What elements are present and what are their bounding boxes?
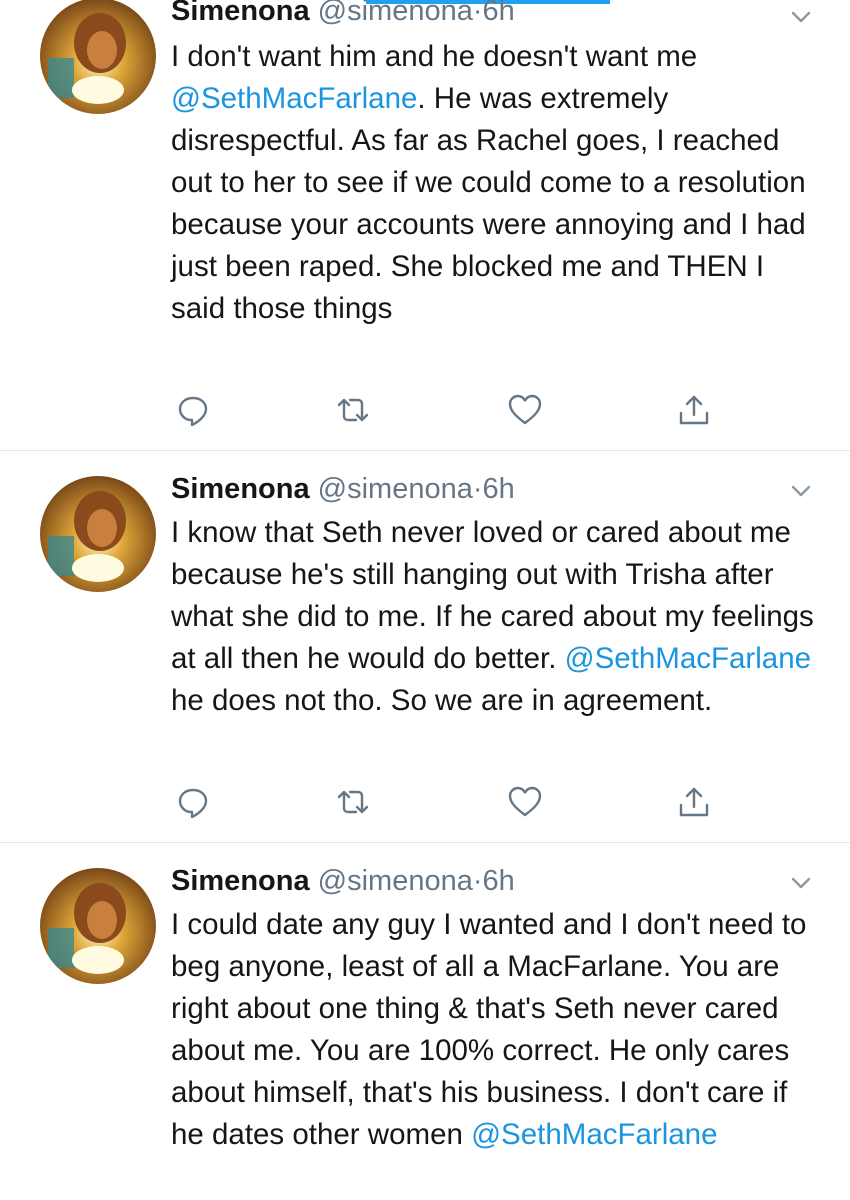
avatar[interactable] (40, 476, 156, 592)
retweet-icon[interactable] (335, 392, 371, 428)
avatar[interactable] (40, 0, 156, 114)
heart-icon[interactable] (507, 784, 543, 820)
tweet-header: Simenona @simenona·6h (171, 0, 515, 28)
handle[interactable]: @simenona (318, 865, 473, 897)
tweet-text-segment: I could date any guy I wanted and I don'… (171, 908, 807, 1151)
tweet-divider (0, 842, 850, 843)
tweet-text-segment: he does not tho. So we are in agreement. (171, 684, 713, 717)
reply-icon[interactable] (175, 784, 211, 820)
tweet-text: I don't want him and he doesn't want me … (171, 36, 821, 330)
tweet-actions (0, 392, 850, 432)
mention-link[interactable]: @SethMacFarlane (171, 82, 417, 115)
tweet-header: Simenona @simenona·6h (171, 864, 515, 898)
tweet-text: I know that Seth never loved or cared ab… (171, 512, 821, 722)
handle[interactable]: @simenona (318, 0, 473, 27)
display-name[interactable]: Simenona (171, 865, 310, 897)
mention-link[interactable]: @SethMacFarlane (565, 642, 811, 675)
timestamp[interactable]: 6h (483, 0, 515, 27)
timestamp[interactable]: 6h (483, 473, 515, 505)
tweet-actions (0, 784, 850, 824)
reply-icon[interactable] (175, 392, 211, 428)
handle[interactable]: @simenona (318, 473, 473, 505)
chevron-down-icon[interactable] (786, 2, 816, 32)
tweet-header: Simenona @simenona·6h (171, 472, 515, 506)
tweet-text: I could date any guy I wanted and I don'… (171, 904, 821, 1156)
display-name[interactable]: Simenona (171, 0, 310, 27)
share-icon[interactable] (676, 784, 712, 820)
chevron-down-icon[interactable] (786, 868, 816, 898)
heart-icon[interactable] (507, 392, 543, 428)
timestamp[interactable]: 6h (483, 865, 515, 897)
avatar[interactable] (40, 868, 156, 984)
tweet-text-segment: . He was extremely disrespectful. As far… (171, 82, 806, 325)
separator: · (472, 473, 483, 505)
tweet-text-segment: I don't want him and he doesn't want me (171, 40, 698, 73)
avatar-image (40, 476, 156, 592)
avatar-image (40, 0, 156, 114)
separator: · (472, 865, 483, 897)
chevron-down-icon[interactable] (786, 476, 816, 506)
avatar-image (40, 868, 156, 984)
display-name[interactable]: Simenona (171, 473, 310, 505)
tweet-divider (0, 450, 850, 451)
retweet-icon[interactable] (335, 784, 371, 820)
separator: · (472, 0, 483, 27)
mention-link[interactable]: @SethMacFarlane (471, 1118, 717, 1151)
share-icon[interactable] (676, 392, 712, 428)
